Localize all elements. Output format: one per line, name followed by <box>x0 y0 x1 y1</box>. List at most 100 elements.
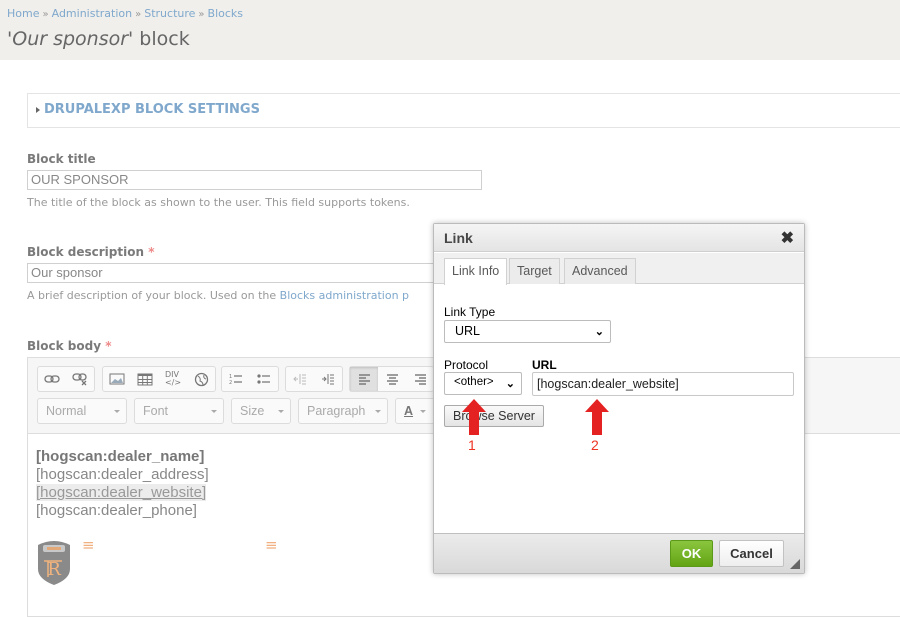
svg-text:2: 2 <box>229 380 232 385</box>
hamburger-icon: ≡ <box>82 536 95 554</box>
ok-button[interactable]: OK <box>670 540 713 567</box>
protocol-label: Protocol <box>444 358 489 372</box>
blocks-administration-link[interactable]: Blocks administration p <box>280 289 409 302</box>
protocol-value: <other> <box>454 376 494 388</box>
block-description-label: Block description * <box>27 245 155 259</box>
link-type-label: Link Type <box>444 305 496 319</box>
collapsed-triangle-icon <box>36 106 40 113</box>
annotation-number-2: 2 <box>591 437 599 453</box>
protocol-select[interactable]: <other> ⌄ <box>444 372 522 395</box>
dialog-tabs: Link Info Target Advanced <box>434 253 804 285</box>
outdent-icon[interactable] <box>286 367 314 391</box>
block-title-label: Block title <box>27 152 96 166</box>
required-marker: * <box>148 245 155 259</box>
annotation-number-1: 1 <box>468 437 476 453</box>
align-right-icon[interactable] <box>406 367 434 391</box>
block-body-label-text: Block body <box>27 339 102 353</box>
dialog-footer: OK Cancel <box>434 533 804 573</box>
text-color-icon: A <box>404 404 414 418</box>
content-line-dealer-phone: [hogscan:dealer_phone] <box>36 502 197 519</box>
breadcrumb: Home» Administration» Structure» Blocks <box>7 7 243 20</box>
logo-shield-image: R <box>36 539 72 589</box>
toolbar-group-links <box>37 366 95 392</box>
chevron-down-icon <box>114 410 120 413</box>
content-line-dealer-website[interactable]: [hogscan:dealer_website] <box>36 484 209 502</box>
toolbar-group-insert: DIV </> <box>102 366 216 392</box>
align-left-icon[interactable] <box>350 367 378 391</box>
cancel-button[interactable]: Cancel <box>719 540 784 567</box>
toolbar-group-lists: 12 <box>221 366 279 392</box>
breadcrumb-separator: » <box>198 9 205 20</box>
block-description-help: A brief description of your block. Used … <box>27 289 409 302</box>
size-combo[interactable]: Size <box>231 398 291 424</box>
align-center-icon[interactable] <box>378 367 406 391</box>
annotation-arrow-1 <box>462 399 486 439</box>
block-body-label: Block body * <box>27 339 112 353</box>
browse-server-button[interactable]: Browse Server <box>444 405 544 427</box>
breadcrumb-structure[interactable]: Structure <box>144 7 195 20</box>
tab-link-info[interactable]: Link Info <box>444 258 508 285</box>
content-line-dealer-address: [hogscan:dealer_address] <box>36 466 209 483</box>
block-description-help-text: A brief description of your block. Used … <box>27 289 280 302</box>
image-icon[interactable] <box>103 367 131 391</box>
toolbar-group-indent <box>285 366 343 392</box>
page-title: 'Our sponsor' block <box>7 28 190 50</box>
chevron-down-icon <box>211 410 217 413</box>
page-title-suffix: ' block <box>128 28 190 50</box>
editor-content[interactable]: [hogscan:dealer_name] [hogscan:dealer_ad… <box>36 448 209 520</box>
page-title-name: Our sponsor <box>12 28 129 50</box>
chevron-down-icon: ⌄ <box>505 378 515 390</box>
div-icon[interactable]: DIV </> <box>159 367 187 391</box>
svg-text:R: R <box>47 559 61 580</box>
dealer-website-link[interactable]: [hogscan:dealer_website] <box>36 484 207 501</box>
url-label: URL <box>532 358 557 372</box>
link-dialog: Link ✖ Link Info Target Advanced Link Ty… <box>433 223 805 574</box>
block-title-input[interactable]: OUR SPONSOR <box>27 170 482 190</box>
chevron-down-icon: ⌄ <box>594 326 604 338</box>
resize-handle[interactable] <box>790 559 800 569</box>
breadcrumb-separator: » <box>42 9 49 20</box>
chevron-down-icon <box>375 410 381 413</box>
numbered-list-icon[interactable]: 12 <box>222 367 250 391</box>
block-title-description: The title of the block as shown to the u… <box>27 196 410 209</box>
drupalexp-block-settings-fieldset: DRUPALEXP BLOCK SETTINGS <box>27 93 900 128</box>
table-icon[interactable] <box>131 367 159 391</box>
link-type-select[interactable]: URL ⌄ <box>444 320 611 343</box>
page-header: Home» Administration» Structure» Blocks 'Ou… <box>0 0 900 60</box>
chevron-down-icon <box>420 410 426 413</box>
fieldset-toggle[interactable]: DRUPALEXP BLOCK SETTINGS <box>36 102 260 117</box>
bulleted-list-icon[interactable] <box>250 367 278 391</box>
chevron-down-icon <box>278 410 284 413</box>
breadcrumb-separator: » <box>135 9 142 20</box>
iframe-globe-icon[interactable] <box>187 367 215 391</box>
format-combo-label: Normal <box>46 404 87 418</box>
dialog-titlebar[interactable]: Link ✖ <box>434 224 804 252</box>
size-combo-label: Size <box>240 404 265 418</box>
tab-advanced[interactable]: Advanced <box>564 258 636 284</box>
breadcrumb-administration[interactable]: Administration <box>52 7 133 20</box>
close-icon[interactable]: ✖ <box>781 228 794 248</box>
tab-target[interactable]: Target <box>509 258 560 284</box>
toolbar-group-align <box>349 366 434 392</box>
font-combo-label: Font <box>143 404 169 418</box>
breadcrumb-home[interactable]: Home <box>7 7 39 20</box>
breadcrumb-blocks[interactable]: Blocks <box>208 7 243 20</box>
indent-icon[interactable] <box>314 367 342 391</box>
paragraph-combo-label: Paragraph <box>307 404 366 418</box>
dialog-body: Link Type URL ⌄ Protocol <other> ⌄ URL [ho… <box>434 284 804 534</box>
content-line-dealer-name: [hogscan:dealer_name] <box>36 448 205 465</box>
hamburger-icon: ≡ <box>265 536 278 554</box>
block-description-label-text: Block description <box>27 245 145 259</box>
dialog-title: Link <box>444 230 473 246</box>
block-description-input[interactable]: Our sponsor <box>27 263 437 283</box>
font-combo[interactable]: Font <box>134 398 224 424</box>
unlink-icon[interactable] <box>66 367 94 391</box>
annotation-arrow-2 <box>585 399 609 439</box>
format-combo[interactable]: Normal <box>37 398 127 424</box>
url-input[interactable]: [hogscan:dealer_website] <box>532 372 794 396</box>
paragraph-combo[interactable]: Paragraph <box>298 398 388 424</box>
fieldset-legend-label: DRUPALEXP BLOCK SETTINGS <box>44 102 260 117</box>
link-icon[interactable] <box>38 367 66 391</box>
link-type-value: URL <box>455 324 481 338</box>
required-marker: * <box>105 339 112 353</box>
